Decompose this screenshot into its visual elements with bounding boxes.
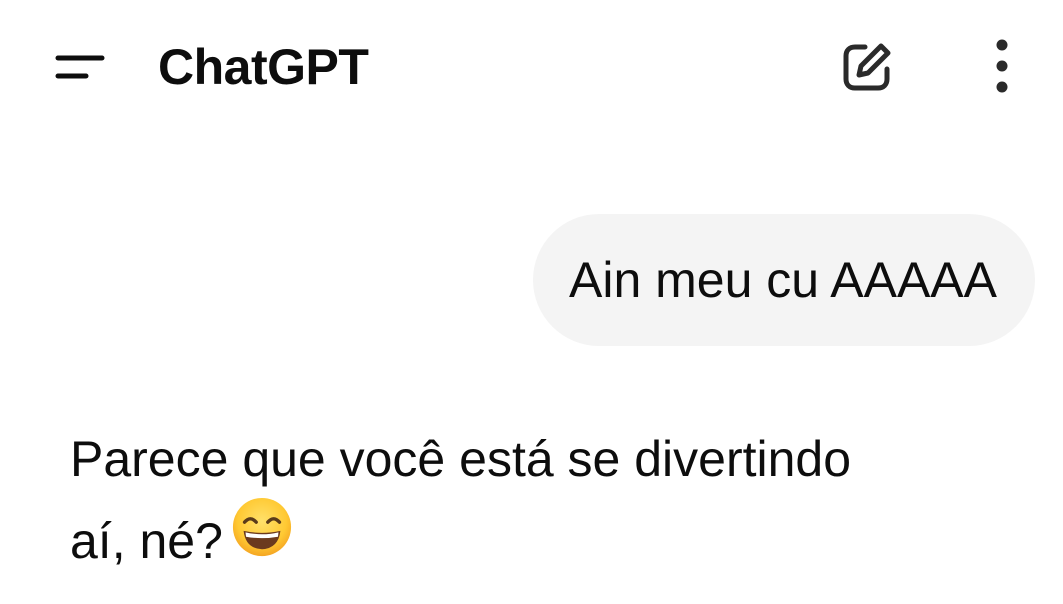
assistant-message-line-1: Parece que você está se divertindo	[70, 431, 852, 487]
assistant-message-line-2-wrap: aí, né?	[70, 497, 1030, 582]
more-vertical-icon	[992, 37, 1012, 100]
assistant-message: Parece que você está se divertindo aí, n…	[70, 418, 1030, 582]
assistant-message-line-2: aí, né?	[70, 513, 223, 569]
edit-square-icon	[839, 39, 895, 100]
app-title: ChatGPT	[158, 39, 369, 95]
grinning-face-emoji-icon	[231, 496, 293, 582]
user-message-bubble: Ain meu cu AAAAA	[532, 214, 1035, 346]
user-message-text: Ain meu cu AAAAA	[568, 252, 997, 308]
top-app-bar: ChatGPT	[0, 0, 1063, 135]
menu-icon	[54, 50, 106, 89]
new-chat-button[interactable]	[832, 36, 902, 102]
menu-button[interactable]	[40, 38, 120, 100]
more-options-button[interactable]	[970, 34, 1034, 102]
